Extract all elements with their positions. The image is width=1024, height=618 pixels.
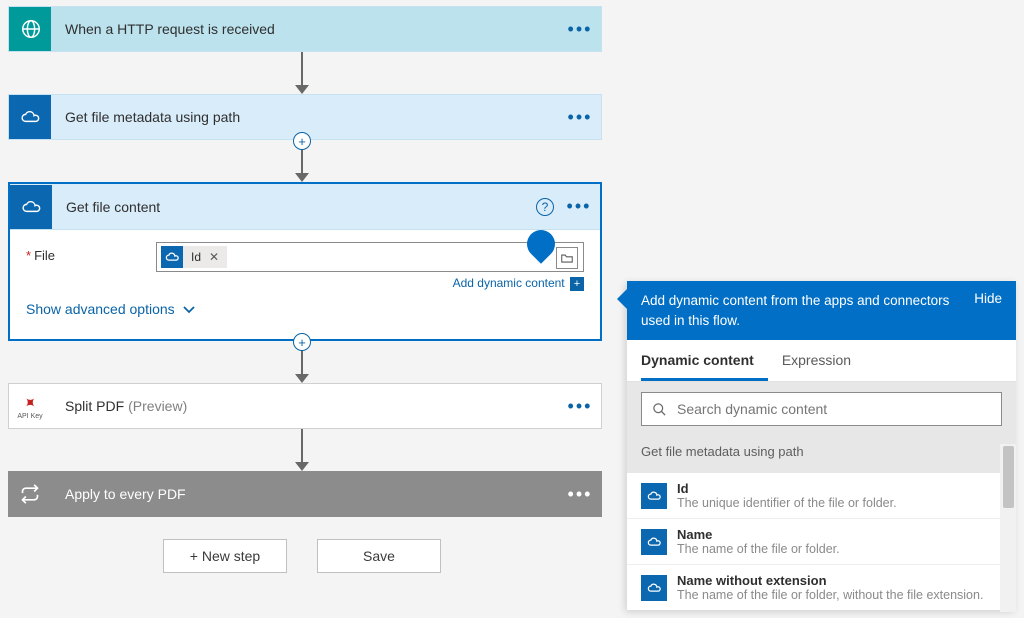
new-step-button[interactable]: + New step (163, 539, 287, 573)
onedrive-icon (10, 185, 52, 229)
dynamic-token-id[interactable]: Id ✕ (161, 246, 227, 268)
api-key-icon: ✦ API Key (9, 384, 51, 428)
show-advanced-options-link[interactable]: Show advanced options (26, 301, 195, 317)
help-icon[interactable]: ? (536, 198, 554, 216)
plus-icon: + (570, 277, 584, 291)
step-title: Get file metadata using path (51, 109, 559, 125)
onedrive-icon (641, 483, 667, 509)
onedrive-icon (641, 529, 667, 555)
step-title: Apply to every PDF (51, 486, 559, 502)
ellipsis-menu-icon[interactable]: ••• (558, 196, 600, 217)
ellipsis-menu-icon[interactable]: ••• (559, 107, 601, 128)
scrollbar[interactable] (1000, 444, 1016, 612)
step-apply-to-each[interactable]: Apply to every PDF ••• (8, 471, 602, 517)
flow-connector (0, 429, 604, 471)
step-title: Get file content (52, 199, 536, 215)
onedrive-icon (641, 575, 667, 601)
teardrop-icon (521, 224, 561, 264)
step-get-file-content: Get file content ? ••• *File Id ✕ (8, 182, 602, 341)
tab-dynamic-content[interactable]: Dynamic content (641, 340, 768, 381)
globe-icon (9, 7, 51, 51)
folder-picker-icon[interactable] (556, 247, 578, 269)
file-input[interactable]: Id ✕ (156, 242, 584, 272)
ellipsis-menu-icon[interactable]: ••• (559, 396, 601, 417)
flow-connector (0, 52, 604, 94)
search-icon (652, 402, 667, 417)
save-button[interactable]: Save (317, 539, 441, 573)
step-header[interactable]: Get file content ? ••• (10, 184, 600, 230)
dynamic-item-name-no-ext[interactable]: Name without extensionThe name of the fi… (627, 564, 1016, 610)
remove-token-icon[interactable]: ✕ (209, 250, 227, 264)
step-title: Split PDF (Preview) (51, 398, 559, 414)
ellipsis-menu-icon[interactable]: ••• (559, 484, 601, 505)
search-input[interactable] (677, 401, 1001, 417)
field-label-file: *File (26, 242, 156, 263)
dynamic-content-panel: Add dynamic content from the apps and co… (627, 281, 1016, 610)
add-action-button[interactable]: + (293, 333, 311, 351)
loop-icon (9, 472, 51, 516)
dynamic-section-title: Get file metadata using path (627, 436, 1016, 473)
step-title: When a HTTP request is received (51, 21, 559, 37)
tab-expression[interactable]: Expression (782, 340, 865, 381)
step-http-request[interactable]: When a HTTP request is received ••• (8, 6, 602, 52)
search-dynamic-content[interactable] (641, 392, 1002, 426)
step-split-pdf[interactable]: ✦ API Key Split PDF (Preview) ••• (8, 383, 602, 429)
add-action-button[interactable]: + (293, 132, 311, 150)
onedrive-icon (161, 246, 183, 268)
ellipsis-menu-icon[interactable]: ••• (559, 19, 601, 40)
onedrive-icon (9, 95, 51, 139)
add-dynamic-content-link[interactable]: Add dynamic content + (156, 276, 584, 291)
dynamic-item-id[interactable]: IdThe unique identifier of the file or f… (627, 473, 1016, 518)
hide-panel-link[interactable]: Hide (956, 291, 1002, 306)
dynamic-item-name[interactable]: NameThe name of the file or folder. (627, 518, 1016, 564)
panel-caret-icon (617, 289, 627, 309)
dynamic-panel-header-text: Add dynamic content from the apps and co… (641, 291, 956, 330)
